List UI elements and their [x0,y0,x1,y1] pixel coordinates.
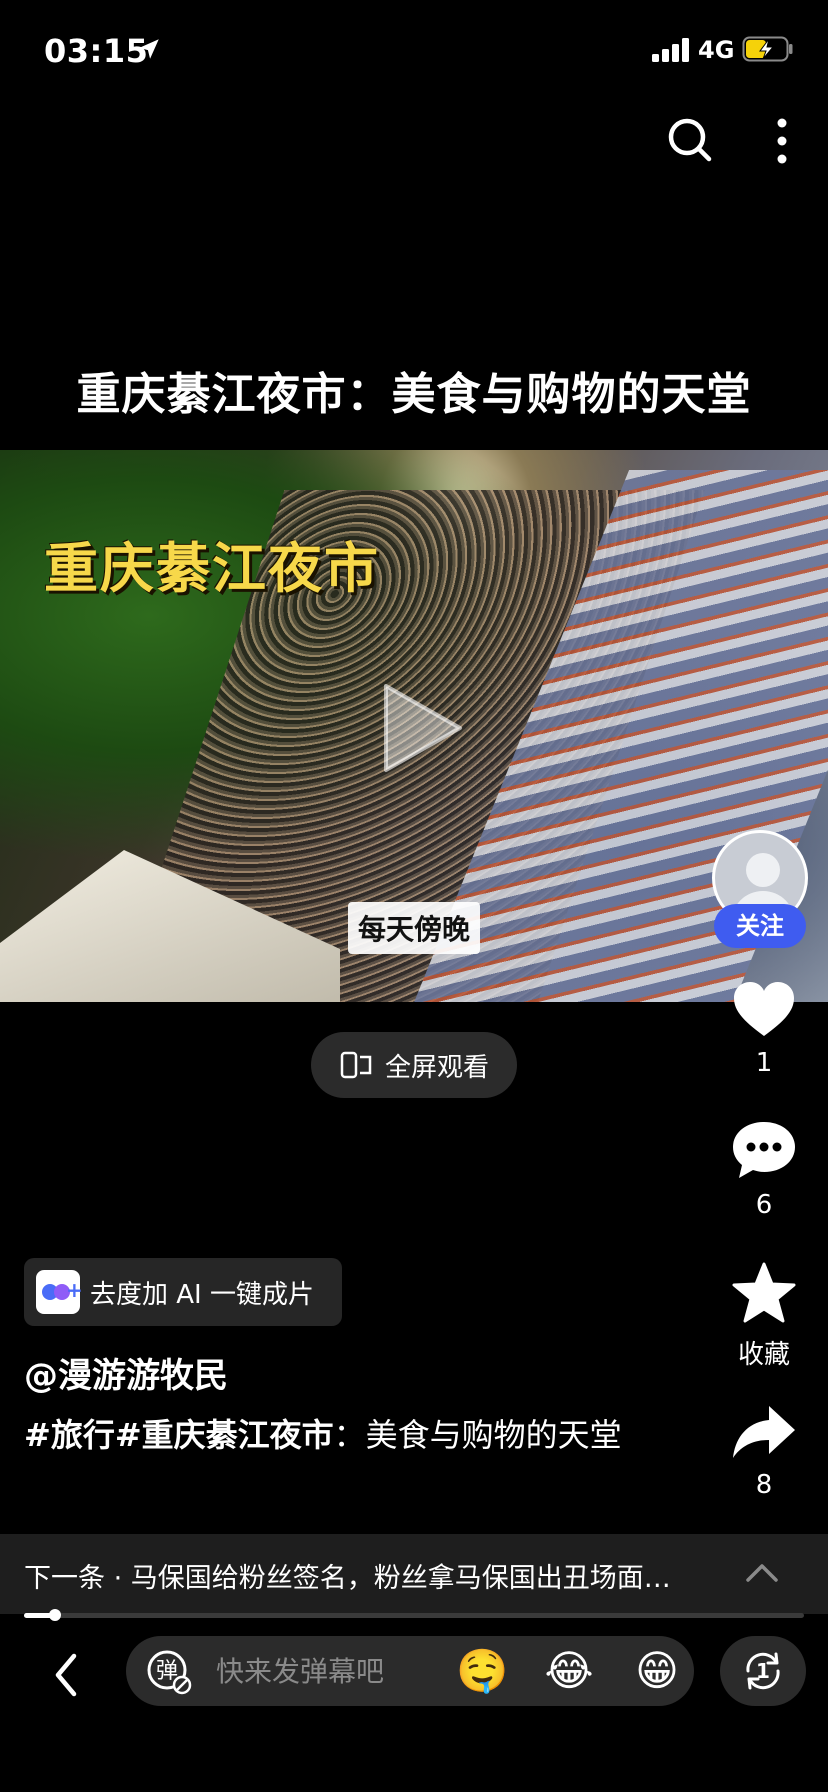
progress-thumb[interactable] [49,1609,62,1621]
author-name[interactable]: @漫游游牧民 [24,1348,228,1397]
replay-label: 1 [756,1659,770,1683]
battery-charging-icon [742,36,793,62]
danmaku-input[interactable] [216,1650,436,1692]
status-bar: 03:15 4G [0,0,828,100]
side-rail: 关注 1 6 收藏 8 [700,820,828,1520]
duka-ai-logo-icon: + [36,1270,83,1314]
signal-icon [652,38,689,62]
favorite-label: 收藏 [737,1340,790,1370]
back-arrow-icon[interactable] [50,1650,82,1700]
home-indicator [274,1762,554,1772]
comment-count: 6 [755,1190,773,1220]
danmaku-input-box[interactable]: 弹 🤤 😂 😁 [126,1636,694,1706]
replay-button[interactable]: 1 [720,1636,806,1706]
like-count: 1 [755,1048,773,1078]
top-actions [628,112,828,172]
search-icon[interactable] [666,116,714,164]
emoji-grin-button[interactable]: 😁 [632,1646,682,1696]
next-video-text: 下一条 · 马保国给粉丝签名，粉丝拿马保国出丑场面… [24,1563,671,1594]
replay-icon: 1 [746,1652,780,1690]
emoji-laugh-button[interactable]: 😂 [544,1646,594,1696]
more-icon[interactable] [772,116,792,166]
video-overlay-title: 重庆綦江夜市 [44,537,380,600]
heart-icon [734,982,794,1036]
hashtag-travel[interactable]: #旅行 [24,1416,115,1454]
next-video-bar[interactable]: 下一条 · 马保国给粉丝签名，粉丝拿马保国出丑场面… [0,1534,828,1614]
video-overlay-caption: 每天傍晚 [348,902,481,954]
ai-chip-label: 去度加 AI 一键成片 [90,1279,314,1310]
fullscreen-label: 全屏观看 [384,1052,489,1083]
network-type: 4G [698,36,735,64]
fullscreen-rotate-icon [340,1051,372,1079]
location-arrow-icon [139,39,159,59]
favorite-button[interactable]: 收藏 [700,1262,828,1371]
like-button[interactable]: 1 [700,980,828,1078]
ai-edit-chip[interactable]: + 去度加 AI 一键成片 [24,1258,342,1326]
share-button[interactable]: 8 [700,1404,828,1500]
hashtag-market[interactable]: #重庆綦江夜市 [115,1416,334,1454]
avatar-head [746,853,780,887]
status-time: 03:15 [44,32,149,70]
star-icon [732,1262,796,1323]
play-icon[interactable] [378,678,468,778]
post-text: ：美食与购物的天堂 [333,1416,622,1454]
playback-progress[interactable] [24,1609,804,1621]
comment-icon [733,1122,795,1178]
follow-button[interactable]: 关注 [714,904,806,948]
emoji-drool-button[interactable]: 🤤 [456,1646,508,1696]
post-description: #旅行#重庆綦江夜市：美食与购物的天堂 [24,1410,624,1460]
chevron-up-icon[interactable] [744,1560,780,1584]
video-title: 重庆綦江夜市：美食与购物的天堂 [76,369,752,420]
bottom-bar: 弹 🤤 😂 😁 1 [0,1630,828,1720]
comment-button[interactable]: 6 [700,1120,828,1220]
share-arrow-icon [733,1406,795,1458]
fullscreen-button[interactable]: 全屏观看 [311,1032,517,1098]
share-count: 8 [755,1470,773,1500]
danmaku-toggle-icon[interactable]: 弹 [146,1649,192,1695]
